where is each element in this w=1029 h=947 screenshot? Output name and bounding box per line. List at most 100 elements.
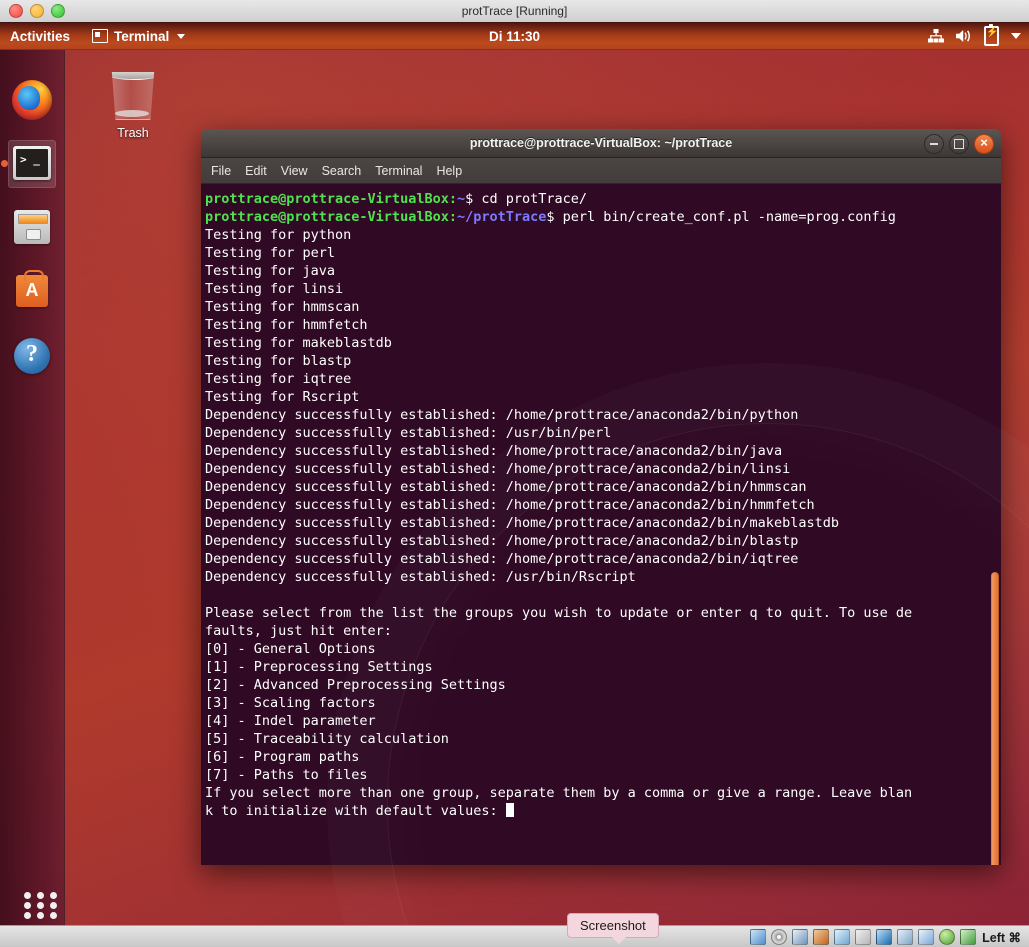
tooltip-label: Screenshot (580, 918, 646, 933)
terminal-line: Testing for hmmfetch (205, 317, 368, 333)
terminal-command: perl bin/create_conf.pl -name=prog.confi… (562, 209, 896, 225)
usb-device-icon[interactable] (918, 929, 935, 945)
trash-icon (111, 72, 155, 120)
help-icon (14, 338, 50, 374)
terminal-prompt-user: prottrace@prottrace-VirtualBox (205, 191, 449, 207)
terminal-line: Testing for blastp (205, 353, 352, 369)
launcher-item-software[interactable] (8, 268, 56, 316)
gnome-top-panel: Activities Terminal Di 11:30 (0, 22, 1029, 50)
terminal-line: k to initialize with default values: (203, 802, 1001, 820)
terminal-window-title: prottrace@prottrace-VirtualBox: ~/protTr… (469, 136, 733, 150)
optical-disk-icon[interactable] (771, 929, 788, 945)
host-key-label: Left ⌘ (982, 930, 1021, 945)
terminal-prompt-path: ~/protTrace (456, 209, 547, 225)
terminal-prompt-separator: : (448, 191, 457, 207)
unity-launcher (0, 50, 65, 925)
terminal-line: Testing for makeblastdb (205, 335, 392, 351)
menu-item-help[interactable]: Help (436, 164, 462, 178)
mouse-icon[interactable] (939, 929, 956, 945)
terminal-menubar[interactable]: File Edit View Search Terminal Help (201, 158, 1001, 184)
battery-icon[interactable] (984, 23, 999, 46)
terminal-text: k to initialize with default values: (205, 803, 506, 819)
host-window-titlebar: protTrace [Running] (0, 0, 1029, 23)
desktop-icon-label: Trash (117, 126, 149, 140)
terminal-line: Dependency successfully established: /us… (205, 425, 612, 441)
launcher-item-terminal[interactable] (1, 140, 56, 188)
ubuntu-desktop: Activities Terminal Di 11:30 ⚡ > _ A ? T… (0, 22, 1029, 925)
terminal-line: Dependency successfully established: /us… (205, 569, 636, 585)
terminal-line: Testing for java (205, 263, 336, 279)
trash-base (115, 110, 149, 117)
menu-item-view[interactable]: View (281, 164, 308, 178)
shared-folder-icon[interactable] (855, 929, 872, 945)
terminal-line: [0] - General Options (205, 641, 376, 657)
terminal-line: faults, just hit enter: (205, 623, 392, 639)
terminal-line: [4] - Indel parameter (205, 713, 376, 729)
menu-item-file[interactable]: File (211, 164, 231, 178)
terminal-window-controls[interactable]: × (924, 134, 994, 154)
terminal-scrollbar[interactable] (991, 572, 999, 865)
network-icon[interactable] (813, 929, 830, 945)
terminal-command: cd protTrace/ (481, 191, 588, 207)
virtualbox-status-icons[interactable] (750, 929, 977, 945)
terminal-icon (13, 146, 51, 180)
terminal-line: Testing for iqtree (205, 371, 352, 387)
close-button[interactable]: × (974, 134, 994, 154)
terminal-line: [7] - Paths to files (205, 767, 368, 783)
launcher-item-help[interactable] (8, 332, 56, 380)
keyboard-icon[interactable] (960, 929, 977, 945)
minimize-button[interactable] (924, 134, 944, 154)
clock[interactable]: Di 11:30 (0, 29, 1029, 44)
terminal-line: Testing for linsi (205, 281, 344, 297)
maximize-button[interactable] (949, 134, 969, 154)
hard-disk-icon[interactable] (750, 929, 767, 945)
terminal-output[interactable]: prottrace@prottrace-VirtualBox:~$ cd pro… (201, 184, 1001, 865)
menu-item-terminal[interactable]: Terminal (375, 164, 422, 178)
terminal-line: prottrace@prottrace-VirtualBox:~/protTra… (203, 208, 1001, 226)
terminal-titlebar[interactable]: prottrace@prottrace-VirtualBox: ~/protTr… (201, 129, 1001, 158)
terminal-line: Dependency successfully established: /ho… (205, 551, 799, 567)
terminal-prompt-path: ~ (456, 191, 466, 207)
launcher-app-grid-button[interactable] (8, 880, 57, 925)
terminal-line: If you select more than one group, separ… (205, 785, 913, 801)
menu-item-edit[interactable]: Edit (245, 164, 267, 178)
terminal-line: Testing for hmmscan (205, 299, 360, 315)
chevron-down-icon[interactable] (1011, 33, 1021, 39)
terminal-line: Dependency successfully established: /ho… (205, 461, 791, 477)
launcher-item-firefox[interactable] (8, 76, 56, 124)
floppy-icon[interactable] (792, 929, 809, 945)
terminal-line: [5] - Traceability calculation (205, 731, 449, 747)
terminal-prompt-user: prottrace@prottrace-VirtualBox (205, 209, 449, 225)
usb-icon[interactable] (834, 929, 851, 945)
terminal-line: Please select from the list the groups y… (205, 605, 913, 621)
terminal-line: Dependency successfully established: /ho… (205, 443, 783, 459)
display-icon[interactable] (876, 929, 893, 945)
terminal-line: [2] - Advanced Preprocessing Settings (205, 677, 506, 693)
terminal-line: Dependency successfully established: /ho… (205, 407, 799, 423)
firefox-icon (12, 80, 52, 120)
recording-icon[interactable] (897, 929, 914, 945)
system-tray[interactable] (928, 23, 1021, 46)
terminal-line: Dependency successfully established: /ho… (205, 533, 799, 549)
terminal-prompt-dollar: $ (546, 209, 563, 225)
terminal-line: Testing for Rscript (205, 389, 360, 405)
host-window-title: protTrace [Running] (461, 4, 568, 18)
network-icon[interactable] (928, 29, 944, 43)
menu-item-search[interactable]: Search (322, 164, 362, 178)
terminal-line: [1] - Preprocessing Settings (205, 659, 433, 675)
tooltip-screenshot: Screenshot (567, 913, 659, 944)
screenshot-root: protTrace [Running] Activities Terminal … (0, 0, 1029, 947)
trash-lid (111, 72, 155, 80)
terminal-line: Dependency successfully established: /ho… (205, 479, 807, 495)
terminal-prompt-dollar: $ (465, 191, 482, 207)
terminal-window: prottrace@prottrace-VirtualBox: ~/protTr… (201, 129, 1001, 865)
virtualbox-status-bar: Left ⌘ (0, 925, 1029, 947)
desktop-icon-trash[interactable]: Trash (96, 66, 170, 146)
terminal-line: Dependency successfully established: /ho… (205, 497, 815, 513)
volume-icon[interactable] (956, 29, 972, 43)
terminal-line: Testing for python (205, 227, 352, 243)
terminal-line: Testing for perl (205, 245, 336, 261)
terminal-line: Dependency successfully established: /ho… (205, 515, 839, 531)
launcher-item-files[interactable] (8, 204, 56, 252)
